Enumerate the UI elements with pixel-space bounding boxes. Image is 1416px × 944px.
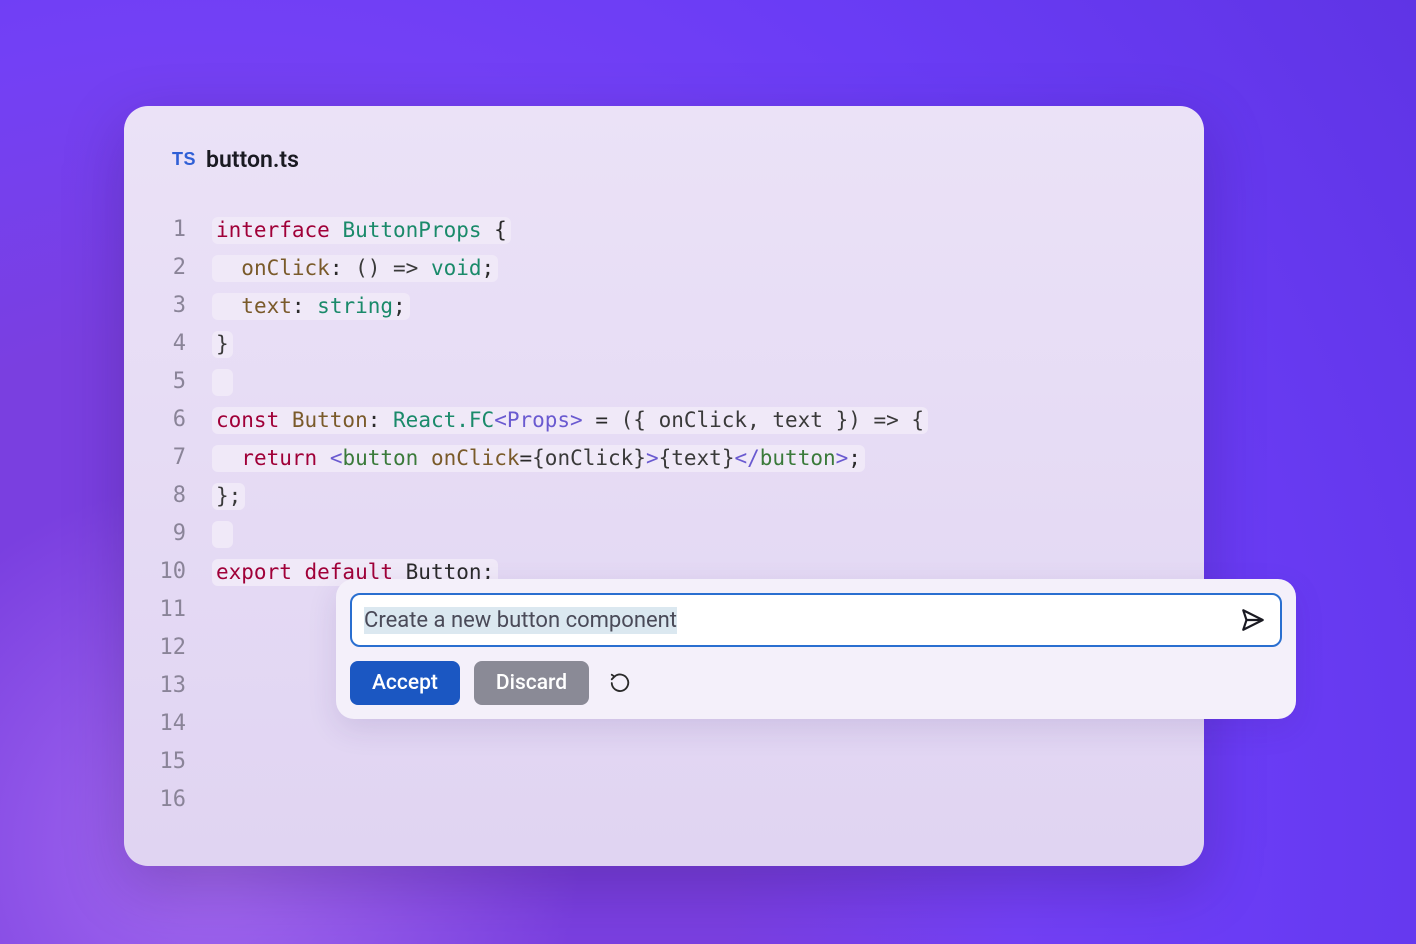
- line-number: 16: [158, 781, 186, 819]
- line-number: 4: [158, 325, 186, 363]
- file-name: button.ts: [206, 146, 299, 173]
- editor-window: TS button.ts 12345678910111213141516 int…: [124, 106, 1204, 866]
- line-number: 3: [158, 287, 186, 325]
- typescript-badge-icon: TS: [172, 149, 196, 170]
- retry-button[interactable]: [603, 666, 637, 700]
- code-line[interactable]: text: string;: [212, 287, 1204, 325]
- accept-button[interactable]: Accept: [350, 661, 460, 705]
- prompt-actions: Accept Discard: [350, 661, 1282, 705]
- code-line[interactable]: onClick: () => void;: [212, 249, 1204, 287]
- line-number: 15: [158, 743, 186, 781]
- line-number: 2: [158, 249, 186, 287]
- inline-prompt-panel: Create a new button component Accept Dis…: [336, 579, 1296, 719]
- code-line[interactable]: };: [212, 477, 1204, 515]
- line-number: 8: [158, 477, 186, 515]
- line-number: 10: [158, 553, 186, 591]
- line-number: 6: [158, 401, 186, 439]
- line-number-gutter: 12345678910111213141516: [158, 209, 212, 819]
- discard-button[interactable]: Discard: [474, 661, 589, 705]
- code-line[interactable]: const Button: React.FC<Props> = ({ onCli…: [212, 401, 1204, 439]
- code-line[interactable]: interface ButtonProps {: [212, 211, 1204, 249]
- code-line[interactable]: }: [212, 325, 1204, 363]
- code-area: 12345678910111213141516 interface Button…: [124, 209, 1204, 819]
- retry-icon: [609, 672, 631, 694]
- code-line[interactable]: [212, 363, 1204, 401]
- line-number: 7: [158, 439, 186, 477]
- line-number: 5: [158, 363, 186, 401]
- prompt-input[interactable]: Create a new button component: [350, 593, 1282, 647]
- file-header: TS button.ts: [124, 146, 1204, 173]
- line-number: 13: [158, 667, 186, 705]
- line-number: 11: [158, 591, 186, 629]
- code-line[interactable]: return <button onClick={onClick}>{text}<…: [212, 439, 1204, 477]
- line-number: 12: [158, 629, 186, 667]
- code-line[interactable]: [212, 515, 1204, 553]
- code-line[interactable]: [212, 781, 1204, 819]
- send-icon[interactable]: [1240, 607, 1266, 633]
- line-number: 14: [158, 705, 186, 743]
- prompt-input-text[interactable]: Create a new button component: [364, 608, 1240, 633]
- line-number: 1: [158, 211, 186, 249]
- code-line[interactable]: [212, 743, 1204, 781]
- line-number: 9: [158, 515, 186, 553]
- code-lines[interactable]: interface ButtonProps { onClick: () => v…: [212, 209, 1204, 819]
